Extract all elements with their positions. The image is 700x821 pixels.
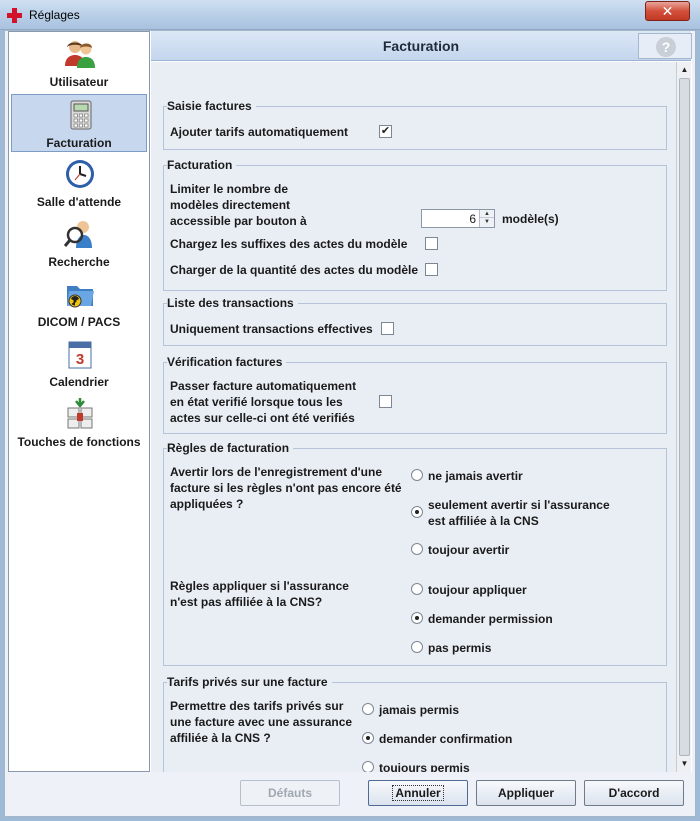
model-limit-spinner[interactable]: 6 ▲ ▼ (421, 209, 495, 228)
apply-label-line2: n'est pas affiliée à la CNS? (170, 595, 323, 609)
sidebar-item-utilisateur[interactable]: Utilisateur (11, 34, 147, 92)
suffix-label: Chargez les suffixes des actes du modèle (170, 237, 408, 251)
auto-verify-label-line3: actes sur celle-ci ont été verifiés (170, 411, 355, 425)
warn-never-label: ne jamais avertir (428, 469, 523, 483)
private-always-label: toujours permis (379, 761, 470, 772)
app-cross-icon (7, 8, 22, 23)
sidebar-item-calendrier[interactable]: 3 Calendrier (11, 334, 147, 392)
window-close-button[interactable]: ✕ (645, 1, 690, 21)
limit-label-line3: accessible par bouton à (170, 214, 307, 228)
settings-sidebar: Utilisateur Facturation Salle d'attende (8, 31, 150, 772)
apply-always-radio[interactable] (411, 583, 423, 595)
quantity-checkbox[interactable] (425, 263, 438, 276)
sidebar-item-label: DICOM / PACS (37, 315, 121, 329)
keyboard-keys-icon (67, 398, 93, 429)
sidebar-item-label: Recherche (48, 255, 110, 269)
suffix-checkbox[interactable] (425, 237, 438, 250)
group-title: Facturation (167, 158, 237, 172)
warn-always-label: toujour avertir (428, 543, 510, 557)
group-title: Vérification factures (167, 355, 287, 369)
content-scrollbar[interactable]: ▲ ▼ (676, 62, 691, 772)
model-limit-unit: modèle(s) (502, 212, 559, 226)
model-limit-value: 6 (469, 212, 476, 226)
sidebar-item-recherche[interactable]: Recherche (11, 214, 147, 272)
settings-content: Saisie factures Ajouter tarifs automatiq… (151, 62, 676, 772)
warn-never-radio[interactable] (411, 469, 423, 481)
cancel-button[interactable]: Annuler (368, 780, 468, 806)
help-button[interactable]: ? (638, 33, 692, 59)
scroll-up-icon[interactable]: ▲ (678, 63, 691, 76)
limit-label-line2: modèles directement (170, 198, 291, 212)
apply-always-label: toujour appliquer (428, 583, 527, 597)
apply-button[interactable]: Appliquer (476, 780, 576, 806)
sidebar-item-touches-fonctions[interactable]: Touches de fonctions (11, 394, 147, 452)
quantity-label: Charger de la quantité des actes du modè… (170, 263, 419, 277)
sidebar-item-salle-attende[interactable]: Salle d'attende (11, 154, 147, 212)
scroll-down-icon[interactable]: ▼ (678, 757, 691, 770)
page-title: Facturation (382, 38, 460, 54)
warn-label-line1: Avertir lors de l'enregistrement d'une (170, 465, 382, 479)
apply-label-line1: Règles appliquer si l'assurance (170, 579, 349, 593)
apply-forbidden-radio[interactable] (411, 641, 423, 653)
private-confirm-label: demander confirmation (379, 732, 513, 746)
settings-main-panel: Facturation ? Saisie factures Ajouter ta… (150, 31, 692, 772)
sidebar-item-dicom-pacs[interactable]: DICOM / PACS (11, 274, 147, 332)
warn-always-radio[interactable] (411, 543, 423, 555)
private-allow-label-line3: affiliée à la CNS ? (170, 731, 271, 745)
limit-label-line1: Limiter le nombre de (170, 182, 289, 196)
warn-cns-only-radio[interactable] (411, 506, 423, 518)
cancel-button-label: Annuler (392, 785, 444, 801)
apply-forbidden-label: pas permis (428, 641, 492, 655)
warn-label-line2: facture si les règles n'ont pas encore é… (170, 481, 402, 495)
calculator-icon (70, 100, 92, 130)
auto-verify-checkbox[interactable] (379, 395, 392, 408)
ok-button[interactable]: D'accord (584, 780, 684, 806)
calendar-icon: 3 (68, 341, 92, 369)
group-title: Tarifs privés sur une facture (167, 675, 332, 689)
group-title: Saisie factures (167, 99, 256, 113)
private-confirm-radio[interactable] (362, 732, 374, 744)
sidebar-item-label: Calendrier (49, 375, 109, 389)
group-title: Règles de facturation (167, 441, 294, 455)
private-always-radio[interactable] (362, 761, 374, 772)
warn-cns-only-label: seulement avertir si l'assurance (428, 498, 610, 512)
svg-text:3: 3 (76, 351, 84, 368)
clock-icon (66, 160, 94, 188)
search-user-icon (64, 221, 92, 248)
auto-verify-label-line1: Passer facture automatiquement (170, 379, 357, 393)
private-allow-label-line1: Permettre des tarifs privés sur (170, 699, 344, 713)
spinner-down-icon[interactable]: ▼ (480, 218, 494, 226)
auto-verify-label-line2: en état verifié lorsque tous les (170, 395, 343, 409)
scrollbar-thumb[interactable] (679, 78, 690, 756)
window-titlebar: Réglages ✕ (0, 0, 700, 30)
auto-tariffs-checkbox[interactable]: ✔ (379, 125, 392, 138)
private-allow-label-line2: une facture avec une assurance (170, 715, 353, 729)
sidebar-item-label: Facturation (46, 136, 112, 150)
effective-transactions-label: Uniquement transactions effectives (170, 322, 373, 336)
effective-transactions-checkbox[interactable] (381, 322, 394, 335)
users-icon (65, 41, 95, 68)
private-never-radio[interactable] (362, 703, 374, 715)
apply-ask-label: demander permission (428, 612, 553, 626)
window-title: Réglages (29, 8, 80, 22)
warn-label-line3: appliquées ? (170, 497, 244, 511)
private-never-label: jamais permis (379, 703, 460, 717)
sidebar-item-facturation[interactable]: Facturation (11, 94, 147, 152)
auto-tariffs-label: Ajouter tarifs automatiquement (170, 125, 349, 139)
defaults-button[interactable]: Défauts (240, 780, 340, 806)
sidebar-item-label: Utilisateur (49, 75, 109, 89)
spinner-buttons: ▲ ▼ (479, 210, 494, 227)
spinner-up-icon[interactable]: ▲ (480, 210, 494, 218)
sidebar-item-label: Salle d'attende (36, 195, 122, 209)
sidebar-item-label: Touches de fonctions (17, 435, 141, 449)
warn-cns-only-label-line2: est affiliée à la CNS (428, 514, 539, 528)
radiation-folder-icon (67, 286, 94, 308)
apply-ask-radio[interactable] (411, 612, 423, 624)
help-icon: ? (656, 37, 676, 57)
group-title: Liste des transactions (167, 296, 298, 310)
panel-header: Facturation ? (151, 31, 692, 61)
